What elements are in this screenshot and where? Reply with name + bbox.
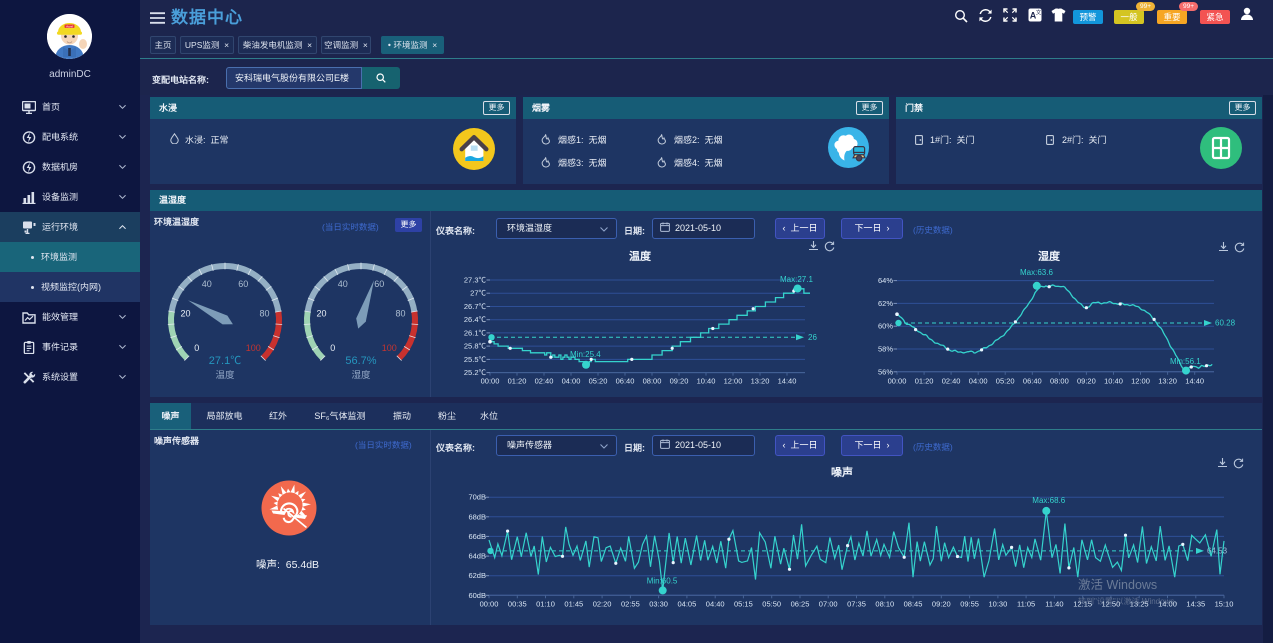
svg-text:03:30: 03:30	[649, 600, 668, 609]
svg-text:01:20: 01:20	[915, 377, 934, 386]
svg-text:Min:56.1: Min:56.1	[1170, 357, 1201, 366]
svg-text:激活 Windows: 激活 Windows	[1078, 578, 1157, 592]
svg-text:14:35: 14:35	[1186, 600, 1205, 609]
svg-text:04:05: 04:05	[678, 600, 697, 609]
svg-text:10:40: 10:40	[1104, 377, 1123, 386]
svg-text:湿度: 湿度	[351, 369, 371, 381]
svg-text:27℃: 27℃	[470, 289, 486, 298]
svg-text:60: 60	[374, 279, 384, 289]
svg-text:07:00: 07:00	[819, 600, 838, 609]
svg-text:08:45: 08:45	[904, 600, 923, 609]
svg-text:80: 80	[395, 309, 405, 319]
svg-text:60%: 60%	[878, 322, 893, 331]
svg-text:Min:25.4: Min:25.4	[570, 350, 601, 359]
svg-text:58%: 58%	[878, 345, 893, 354]
svg-text:26.1℃: 26.1℃	[464, 328, 487, 337]
svg-text:01:45: 01:45	[564, 600, 583, 609]
svg-text:Max:68.6: Max:68.6	[1032, 496, 1065, 505]
svg-text:25.8℃: 25.8℃	[464, 342, 487, 351]
svg-text:12:00: 12:00	[724, 377, 743, 386]
svg-text:温度: 温度	[215, 369, 235, 381]
svg-text:09:20: 09:20	[932, 600, 951, 609]
svg-text:00:35: 00:35	[508, 600, 527, 609]
svg-text:64%: 64%	[878, 276, 893, 285]
svg-text:0: 0	[194, 343, 199, 353]
svg-text:05:15: 05:15	[734, 600, 753, 609]
svg-text:噪声: 噪声	[831, 466, 853, 479]
svg-text:09:20: 09:20	[1077, 377, 1096, 386]
svg-text:15:10: 15:10	[1215, 600, 1234, 609]
svg-text:05:50: 05:50	[762, 600, 781, 609]
svg-text:64dB: 64dB	[468, 552, 486, 561]
svg-text:20: 20	[180, 309, 190, 319]
svg-text:08:00: 08:00	[643, 377, 662, 386]
svg-text:00:00: 00:00	[888, 377, 907, 386]
svg-text:Max:27.1: Max:27.1	[780, 275, 813, 284]
svg-text:20: 20	[316, 309, 326, 319]
svg-text:00:00: 00:00	[481, 377, 500, 386]
svg-text:66dB: 66dB	[468, 532, 486, 541]
svg-text:09:20: 09:20	[670, 377, 689, 386]
svg-text:27.1℃: 27.1℃	[209, 355, 241, 367]
svg-text:08:00: 08:00	[1050, 377, 1069, 386]
svg-text:40: 40	[202, 279, 212, 289]
svg-text:26: 26	[808, 333, 817, 342]
svg-text:25.5℃: 25.5℃	[464, 355, 487, 364]
svg-text:26.4℃: 26.4℃	[464, 315, 487, 324]
svg-text:68dB: 68dB	[468, 512, 486, 521]
svg-text:09:55: 09:55	[960, 600, 979, 609]
svg-text:60dB: 60dB	[468, 591, 486, 600]
svg-text:10:40: 10:40	[697, 377, 716, 386]
svg-text:27.3℃: 27.3℃	[464, 276, 487, 285]
svg-text:10:30: 10:30	[989, 600, 1008, 609]
svg-text:02:20: 02:20	[593, 600, 612, 609]
svg-text:06:40: 06:40	[616, 377, 635, 386]
svg-text:04:40: 04:40	[706, 600, 725, 609]
svg-text:62dB: 62dB	[468, 571, 486, 580]
svg-text:11:05: 11:05	[1017, 600, 1035, 609]
svg-text:05:20: 05:20	[996, 377, 1015, 386]
svg-text:70dB: 70dB	[468, 493, 486, 502]
svg-text:56%: 56%	[878, 367, 893, 376]
svg-text:56.7%: 56.7%	[345, 355, 376, 367]
svg-text:Acrel: Acrel	[66, 25, 73, 29]
svg-text:Min:60.5: Min:60.5	[647, 576, 678, 585]
svg-text:湿度: 湿度	[1038, 250, 1061, 263]
svg-text:80: 80	[259, 309, 269, 319]
svg-text:转到"设置"以激活 Windows。: 转到"设置"以激活 Windows。	[1078, 597, 1182, 606]
svg-text:00:00: 00:00	[480, 600, 499, 609]
svg-text:14:40: 14:40	[1185, 377, 1204, 386]
svg-text:06:40: 06:40	[1023, 377, 1042, 386]
svg-text:26.7℃: 26.7℃	[464, 302, 487, 311]
svg-text:06:25: 06:25	[791, 600, 810, 609]
svg-text:04:00: 04:00	[969, 377, 988, 386]
svg-text:02:40: 02:40	[942, 377, 961, 386]
svg-text:04:00: 04:00	[562, 377, 581, 386]
svg-text:02:40: 02:40	[535, 377, 554, 386]
svg-text:60: 60	[238, 279, 248, 289]
svg-text:02:55: 02:55	[621, 600, 640, 609]
svg-text:05:20: 05:20	[589, 377, 608, 386]
svg-text:13:20: 13:20	[751, 377, 770, 386]
svg-text:12:00: 12:00	[1131, 377, 1150, 386]
svg-text:60.28: 60.28	[1215, 319, 1236, 328]
svg-text:14:40: 14:40	[778, 377, 797, 386]
svg-text:0: 0	[330, 343, 335, 353]
svg-text:62%: 62%	[878, 299, 893, 308]
svg-text:100: 100	[246, 343, 261, 353]
svg-text:11:40: 11:40	[1045, 600, 1063, 609]
svg-text:01:10: 01:10	[536, 600, 555, 609]
svg-text:文: 文	[1036, 9, 1042, 17]
svg-text:Max:63.6: Max:63.6	[1020, 268, 1053, 277]
svg-text:13:20: 13:20	[1158, 377, 1177, 386]
svg-text:40: 40	[338, 279, 348, 289]
svg-text:01:20: 01:20	[508, 377, 527, 386]
svg-text:08:10: 08:10	[875, 600, 894, 609]
svg-text:温度: 温度	[629, 250, 652, 263]
svg-text:100: 100	[382, 343, 397, 353]
svg-text:07:35: 07:35	[847, 600, 866, 609]
